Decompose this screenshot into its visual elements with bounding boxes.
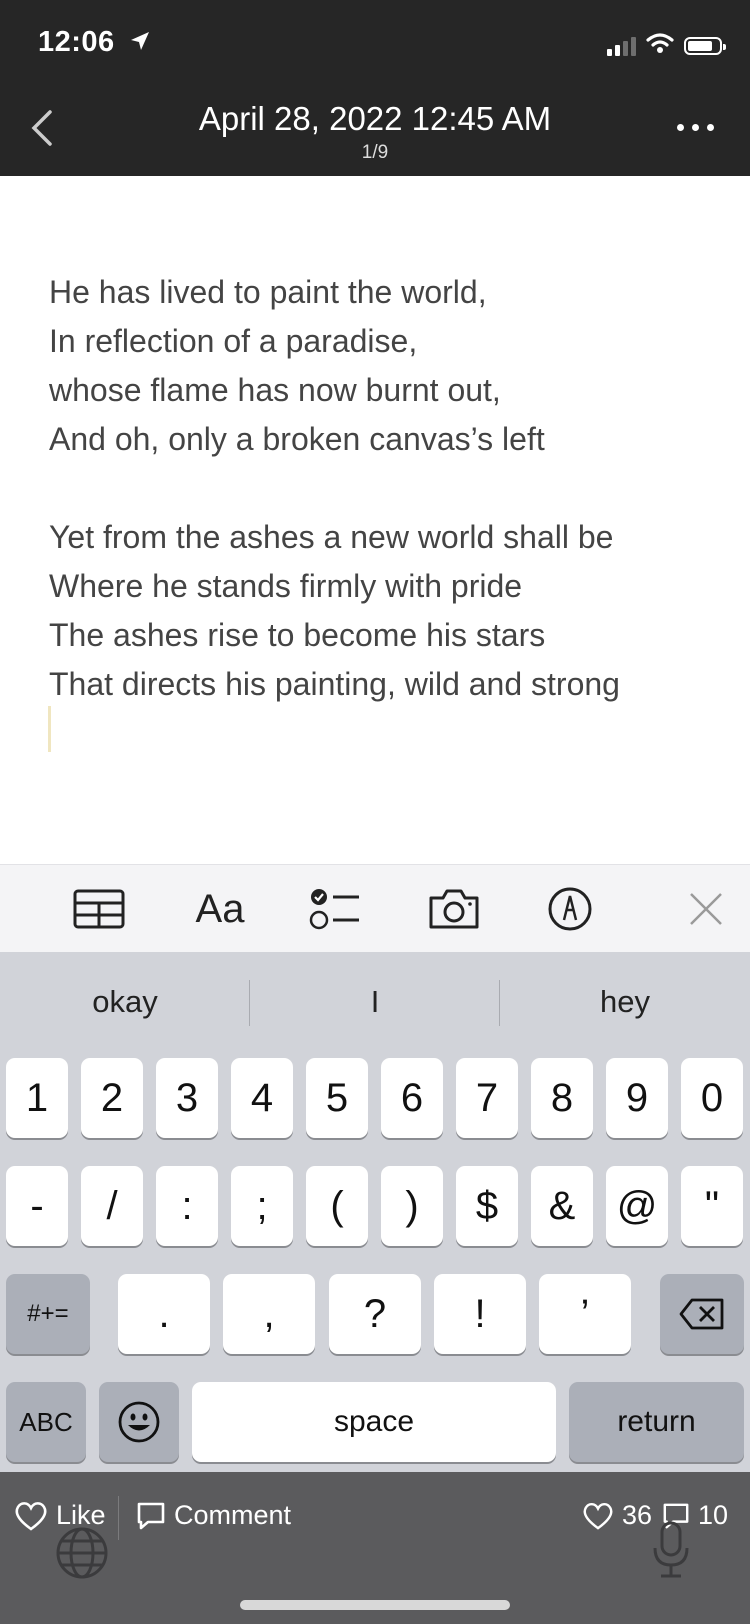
markup-button[interactable] xyxy=(546,883,594,935)
comment-icon xyxy=(137,1502,165,1529)
heart-icon xyxy=(15,1501,47,1531)
key-at[interactable]: @ xyxy=(606,1166,668,1246)
microphone-icon[interactable] xyxy=(650,1520,692,1585)
likes-count-value: 36 xyxy=(622,1500,653,1530)
signal-icon xyxy=(607,36,636,56)
markup-pen-icon xyxy=(548,887,592,931)
symbols-shift-key[interactable]: #+= xyxy=(6,1274,90,1354)
note-body[interactable]: He has lived to paint the world, In refl… xyxy=(49,268,729,709)
page-counter: 1/9 xyxy=(361,142,389,163)
key-quote[interactable]: " xyxy=(681,1166,743,1246)
close-toolbar-button[interactable] xyxy=(686,883,726,935)
checklist-button[interactable] xyxy=(308,883,364,935)
status-time-text: 12:06 xyxy=(38,26,115,58)
bottom-action-bar: Like Comment 36 10 xyxy=(0,1472,750,1624)
key-period[interactable]: . xyxy=(118,1274,210,1354)
checklist-icon xyxy=(309,889,359,930)
key-1[interactable]: 1 xyxy=(6,1058,68,1138)
top-bar: 12:06 April 28, 2022 12:45 AM 1/9 xyxy=(0,0,750,176)
close-icon xyxy=(690,893,722,925)
dot xyxy=(677,124,684,131)
poem-line: whose flame has now burnt out, xyxy=(49,372,501,408)
poem-line: Where he stands firmly with pride xyxy=(49,568,523,604)
key-hyphen[interactable]: - xyxy=(6,1166,68,1246)
emoji-icon xyxy=(118,1401,160,1443)
key-7[interactable]: 7 xyxy=(456,1058,518,1138)
return-key[interactable]: return xyxy=(569,1382,744,1462)
table-button[interactable] xyxy=(72,883,126,935)
key-colon[interactable]: : xyxy=(156,1166,218,1246)
table-icon xyxy=(73,889,125,929)
more-options-button[interactable] xyxy=(677,124,714,131)
key-comma[interactable]: , xyxy=(223,1274,315,1354)
globe-icon[interactable] xyxy=(55,1526,109,1585)
status-time: 12:06 xyxy=(38,26,151,60)
backspace-icon xyxy=(679,1298,724,1330)
key-5[interactable]: 5 xyxy=(306,1058,368,1138)
key-apostrophe[interactable]: ’ xyxy=(539,1274,631,1354)
poem-line: Yet from the ashes a new world shall be xyxy=(49,519,614,555)
format-toolbar: Aa xyxy=(0,864,750,953)
key-9[interactable]: 9 xyxy=(606,1058,668,1138)
key-dollar[interactable]: $ xyxy=(456,1166,518,1246)
comment-button[interactable]: Comment xyxy=(136,1500,291,1531)
home-indicator xyxy=(240,1600,510,1610)
text-cursor xyxy=(48,706,51,752)
suggestion-bar: okay I hey xyxy=(0,952,750,1052)
space-key[interactable]: space xyxy=(192,1382,556,1462)
heart-icon xyxy=(583,1502,613,1530)
suggestion-hey[interactable]: hey xyxy=(500,952,750,1052)
camera-icon xyxy=(429,889,479,929)
location-arrow-icon xyxy=(129,27,151,60)
keyboard: okay I hey 1 2 3 4 5 6 7 8 9 0 - / : ; (… xyxy=(0,952,750,1472)
suggestion-i[interactable]: I xyxy=(250,952,500,1052)
battery-icon xyxy=(684,36,726,55)
key-slash[interactable]: / xyxy=(81,1166,143,1246)
wifi-icon xyxy=(646,32,674,59)
suggestion-okay[interactable]: okay xyxy=(0,952,250,1052)
comment-label: Comment xyxy=(174,1500,292,1530)
comments-count-value: 10 xyxy=(698,1500,729,1530)
delete-key[interactable] xyxy=(660,1274,744,1354)
key-2[interactable]: 2 xyxy=(81,1058,143,1138)
key-8[interactable]: 8 xyxy=(531,1058,593,1138)
page-title: April 28, 2022 12:45 AM xyxy=(198,100,552,137)
poem-line: He has lived to paint the world, xyxy=(49,274,487,310)
key-semicolon[interactable]: ; xyxy=(231,1166,293,1246)
key-ampersand[interactable]: & xyxy=(531,1166,593,1246)
abc-key[interactable]: ABC xyxy=(6,1382,86,1462)
key-exclamation[interactable]: ! xyxy=(434,1274,526,1354)
key-question[interactable]: ? xyxy=(329,1274,421,1354)
emoji-key[interactable] xyxy=(99,1382,179,1462)
text-format-button[interactable]: Aa xyxy=(190,883,250,935)
poem-line: And oh, only a broken canvas’s left xyxy=(49,421,545,457)
key-close-paren[interactable]: ) xyxy=(381,1166,443,1246)
likes-count: 36 xyxy=(582,1500,652,1531)
key-0[interactable]: 0 xyxy=(681,1058,743,1138)
poem-line: The ashes rise to become his stars xyxy=(49,617,546,653)
key-open-paren[interactable]: ( xyxy=(306,1166,368,1246)
dot xyxy=(707,124,714,131)
status-icons xyxy=(607,32,726,59)
poem-line: That directs his painting, wild and stro… xyxy=(49,666,620,702)
key-6[interactable]: 6 xyxy=(381,1058,443,1138)
key-3[interactable]: 3 xyxy=(156,1058,218,1138)
camera-button[interactable] xyxy=(426,883,482,935)
key-4[interactable]: 4 xyxy=(231,1058,293,1138)
poem-line: In reflection of a paradise, xyxy=(49,323,418,359)
dot xyxy=(692,124,699,131)
